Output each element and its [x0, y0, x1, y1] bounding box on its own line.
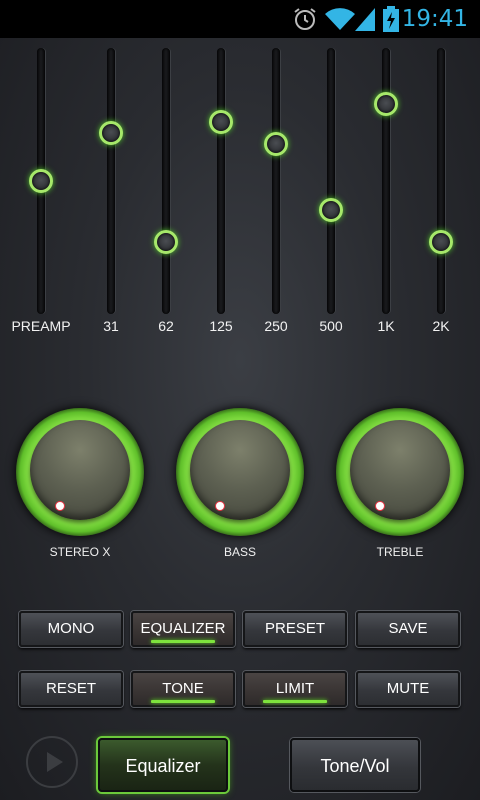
button-label: MUTE [386, 680, 430, 697]
button-label: RESET [45, 680, 96, 697]
band-label: 31 [103, 318, 119, 334]
equalizer-button[interactable]: EQUALIZER [131, 611, 235, 647]
button-label: MONO [47, 620, 95, 637]
signal-icon [354, 0, 376, 38]
knob-stereo-x[interactable] [16, 408, 144, 536]
knob-indicator [55, 501, 65, 511]
knob-cap [190, 420, 290, 520]
band-label: 250 [264, 318, 288, 334]
slider-500[interactable] [311, 44, 351, 320]
slider-125[interactable] [201, 44, 241, 320]
tab-equalizer[interactable]: Equalizer [98, 738, 228, 792]
mono-button[interactable]: MONO [19, 611, 123, 647]
band-label: PREAMP [11, 318, 71, 334]
active-indicator [151, 640, 215, 643]
knob-indicator [375, 501, 385, 511]
preset-button[interactable]: PRESET [243, 611, 347, 647]
battery-charging-icon [382, 0, 400, 38]
knob-cap [30, 420, 130, 520]
tone-button[interactable]: TONE [131, 671, 235, 707]
slider-knob[interactable] [99, 121, 123, 146]
play-icon [47, 752, 63, 772]
slider-31[interactable] [91, 44, 131, 320]
knob-label: TREBLE [376, 545, 424, 559]
knob-cap [350, 420, 450, 520]
tab-tone-vol[interactable]: Tone/Vol [290, 738, 420, 792]
knob-label: BASS [223, 545, 256, 559]
slider-track [107, 48, 115, 314]
slider-knob[interactable] [209, 110, 233, 135]
slider-250[interactable] [256, 44, 296, 320]
button-label: LIMIT [275, 680, 315, 697]
save-button[interactable]: SAVE [356, 611, 460, 647]
wifi-icon [324, 0, 356, 38]
slider-knob[interactable] [319, 198, 343, 223]
slider-2k[interactable] [421, 44, 461, 320]
band-label: 2K [432, 318, 450, 334]
slider-preamp[interactable] [21, 44, 61, 320]
slider-track [437, 48, 445, 314]
status-bar: 19:41 [0, 0, 480, 38]
slider-track [162, 48, 170, 314]
band-label: 1K [377, 318, 395, 334]
knob-treble[interactable] [336, 408, 464, 536]
slider-62[interactable] [146, 44, 186, 320]
slider-track [217, 48, 225, 314]
slider-track [272, 48, 280, 314]
knob-indicator [215, 501, 225, 511]
knob-label: STEREO X [49, 545, 111, 559]
slider-knob[interactable] [154, 230, 178, 255]
active-indicator [151, 700, 215, 703]
button-label: PRESET [264, 620, 325, 637]
slider-knob[interactable] [264, 131, 288, 156]
button-label: TONE [162, 680, 204, 697]
mute-button[interactable]: MUTE [356, 671, 460, 707]
active-indicator [263, 700, 327, 703]
slider-knob[interactable] [429, 230, 453, 255]
band-label: 500 [319, 318, 343, 334]
slider-track [382, 48, 390, 314]
knob-bass[interactable] [176, 408, 304, 536]
button-label: SAVE [388, 620, 428, 637]
button-label: EQUALIZER [140, 620, 226, 637]
alarm-icon [292, 0, 318, 38]
band-label: 62 [158, 318, 174, 334]
slider-knob[interactable] [374, 91, 398, 116]
limit-button[interactable]: LIMIT [243, 671, 347, 707]
slider-1k[interactable] [366, 44, 406, 320]
band-label: 125 [209, 318, 233, 334]
reset-button[interactable]: RESET [19, 671, 123, 707]
slider-knob[interactable] [29, 169, 53, 193]
slider-track [327, 48, 335, 314]
play-button[interactable] [26, 736, 78, 788]
clock: 19:41 [401, 6, 468, 32]
